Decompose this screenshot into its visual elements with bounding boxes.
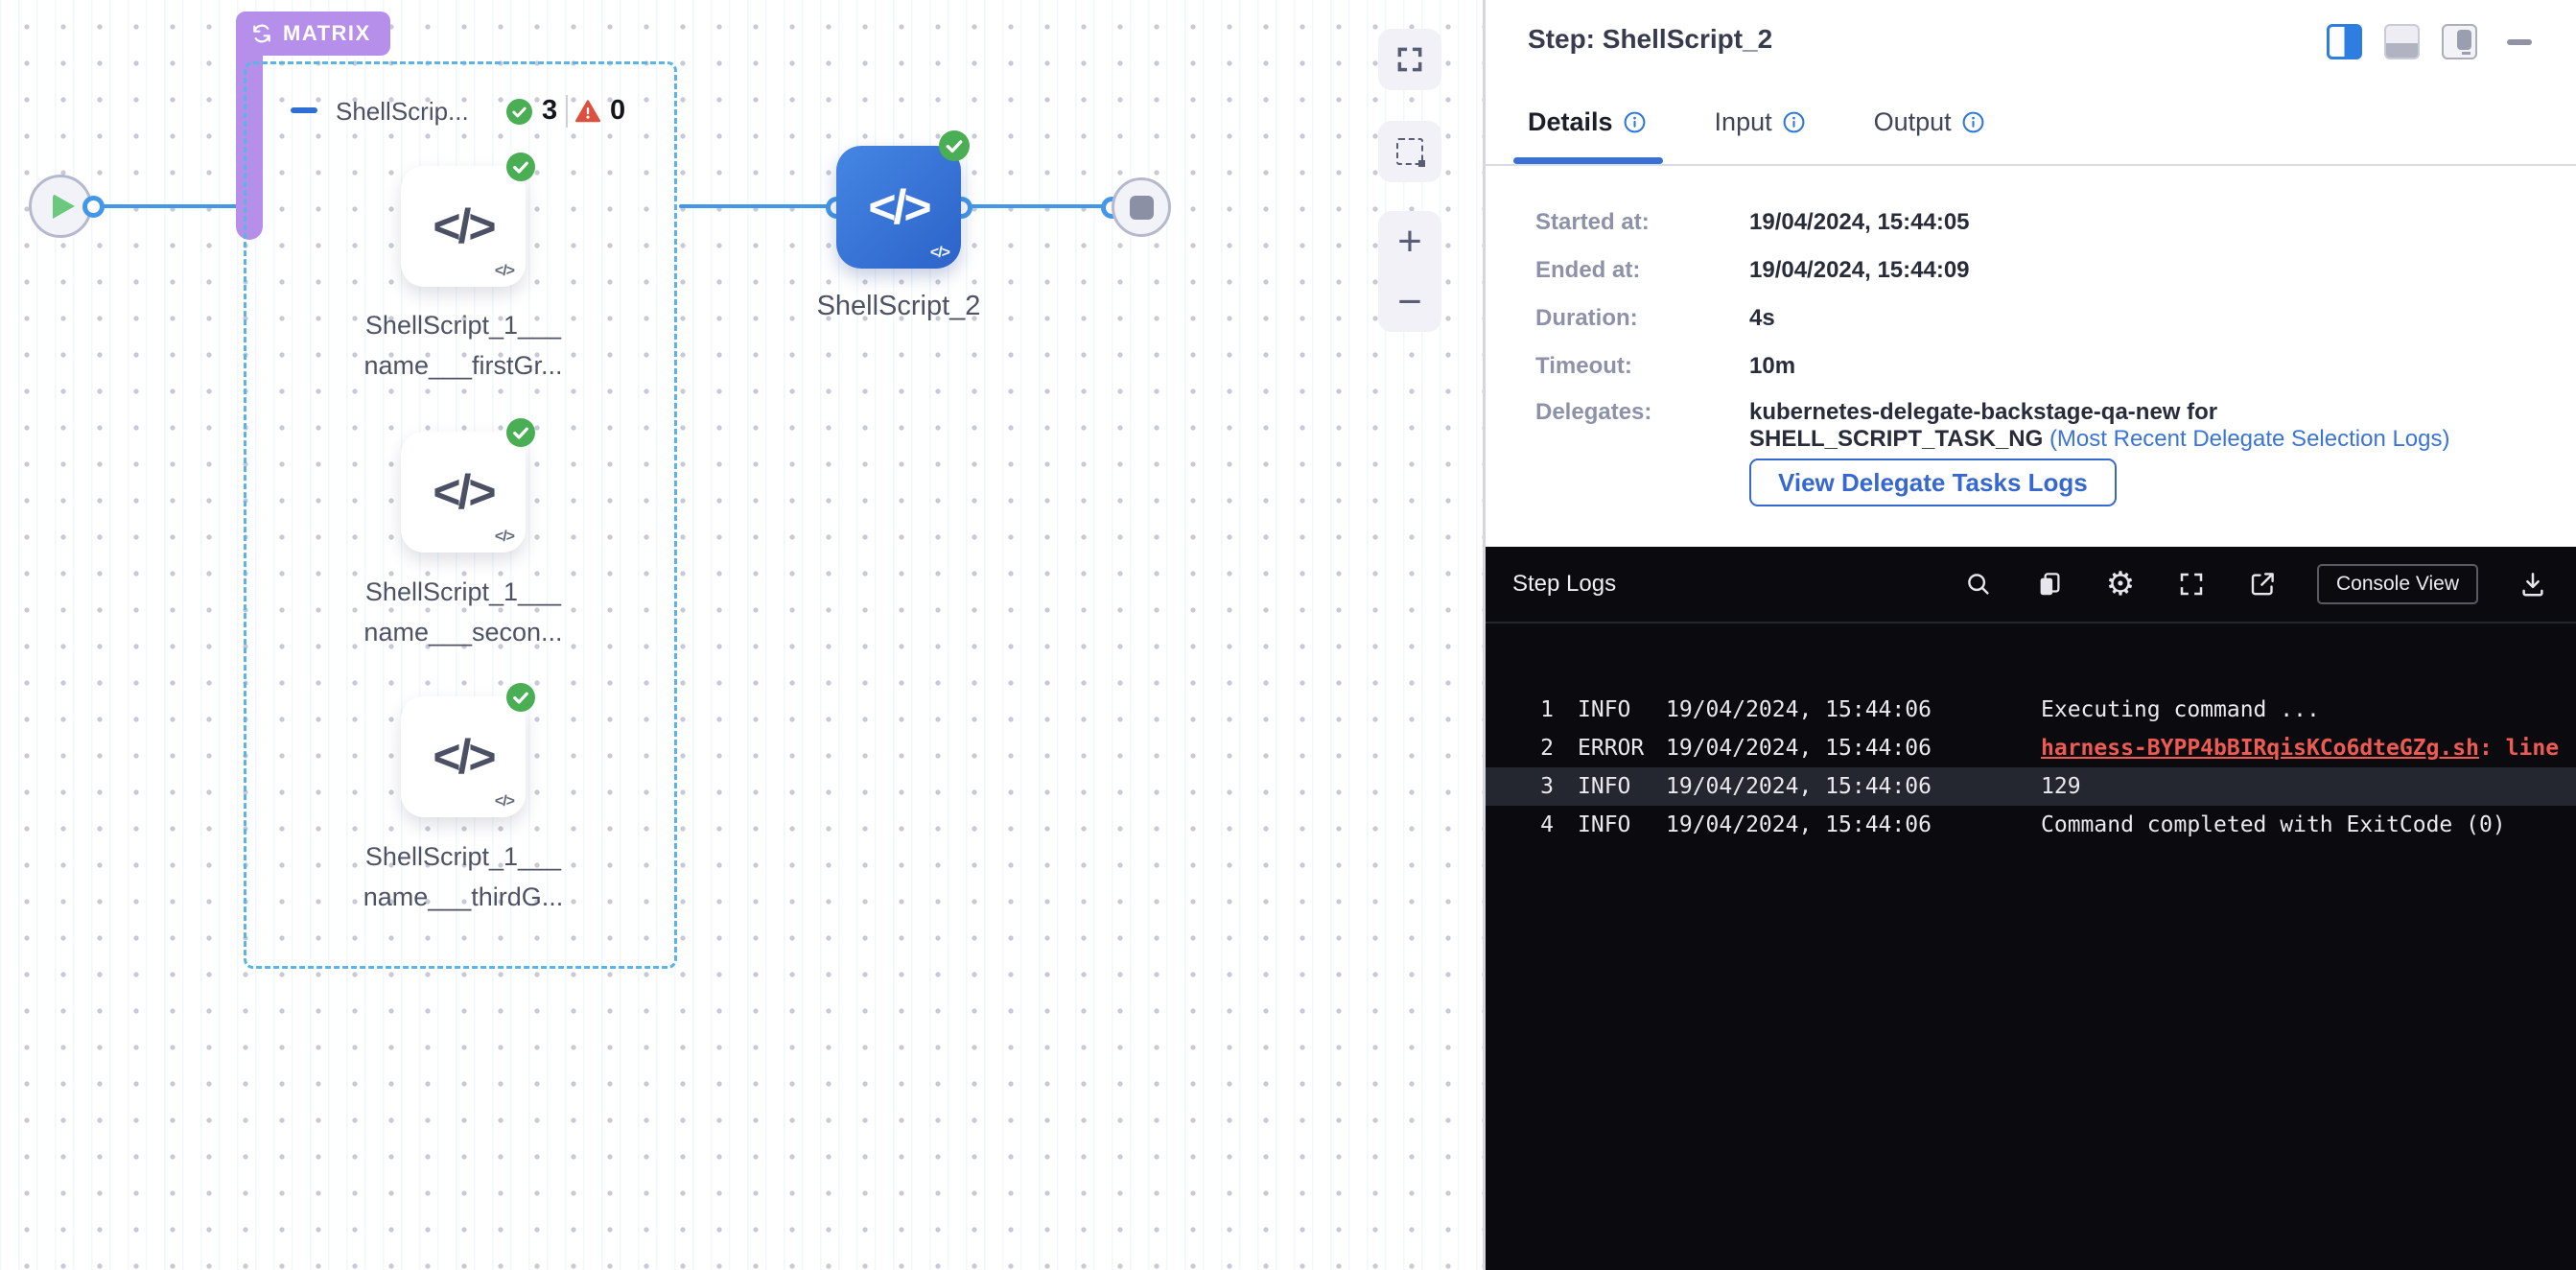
selection-tool-icon — [1396, 138, 1423, 165]
split-view-icon[interactable] — [2327, 24, 2362, 59]
tab-output[interactable]: Output — [1874, 107, 1984, 137]
log-lines[interactable]: 1 INFO 19/04/2024, 15:44:06 Executing co… — [1486, 623, 2576, 844]
main-node-label: ShellScript_2 — [760, 286, 1038, 326]
success-badge-icon — [506, 418, 535, 447]
download-icon — [2518, 570, 2547, 599]
search-icon — [1964, 570, 1993, 599]
log-line-3[interactable]: 3 INFO 19/04/2024, 15:44:06 129 — [1486, 767, 2576, 806]
matrix-group-title[interactable]: ShellScrip... — [336, 97, 469, 127]
group-header-divider — [566, 95, 568, 128]
pipeline-end-node[interactable] — [1112, 177, 1171, 237]
success-count-icon — [506, 99, 532, 125]
step-panel-title: Step: ShellScript_2 — [1528, 24, 1772, 55]
delegate-task-type: SHELL_SCRIPT_TASK_NG — [1749, 426, 2049, 452]
pipeline-execution-page: MATRIX ShellScrip... 3 0 </> </> ShellSc… — [0, 0, 2576, 1270]
code-icon: </> — [868, 179, 928, 235]
floating-panel-view-icon[interactable] — [2442, 24, 2477, 59]
node-label: ShellScript_1___ name___secon... — [324, 572, 602, 652]
info-icon — [1624, 111, 1646, 133]
info-icon — [1962, 111, 1984, 133]
error-count: 0 — [610, 95, 625, 127]
play-icon — [53, 194, 75, 219]
edge-shellscript2-to-end — [959, 204, 1112, 208]
code-icon: </> — [433, 199, 493, 254]
node-shellscript1-second[interactable]: </> </> — [401, 432, 526, 553]
zoom-in-button[interactable]: + — [1397, 221, 1422, 263]
step-details-panel: Step: ShellScript_2 Details Input — [1486, 0, 2576, 547]
bottom-panel-view-icon[interactable] — [2384, 24, 2420, 59]
collapse-group-icon[interactable] — [291, 107, 317, 113]
fullscreen-logs-button[interactable] — [2175, 568, 2208, 600]
copy-logs-button[interactable] — [2033, 568, 2066, 600]
info-icon — [1783, 111, 1805, 133]
step-logs-header: Step Logs ⚙ — [1486, 547, 2576, 623]
log-line-2[interactable]: 2 ERROR 19/04/2024, 15:44:06 harness-BYP… — [1486, 729, 2576, 767]
delegate-name: kubernetes-delegate-backstage-qa-new for — [1749, 399, 2217, 425]
tab-input[interactable]: Input — [1715, 107, 1805, 137]
code-badge-icon: </> — [495, 263, 514, 280]
stop-icon — [1130, 196, 1154, 220]
zoom-out-button[interactable]: − — [1397, 281, 1422, 323]
external-link-icon — [2248, 570, 2277, 599]
success-badge-icon — [506, 683, 535, 712]
panel-layout-controls — [2327, 24, 2532, 59]
node-label: ShellScript_1___ name___thirdG... — [324, 836, 602, 917]
code-icon: </> — [433, 464, 493, 520]
node-shellscript2[interactable]: </> </> — [836, 146, 961, 269]
step-logs-title: Step Logs — [1512, 571, 1616, 598]
detail-tabs: Details Input Output — [1528, 107, 1984, 137]
log-line-4[interactable]: 4 INFO 19/04/2024, 15:44:06 Command comp… — [1486, 806, 2576, 844]
code-badge-icon: </> — [495, 793, 514, 811]
log-line-1[interactable]: 1 INFO 19/04/2024, 15:44:06 Executing co… — [1486, 691, 2576, 729]
matrix-tag-label: MATRIX — [283, 21, 371, 46]
code-badge-icon: </> — [495, 529, 514, 546]
success-count: 3 — [542, 95, 557, 127]
gear-icon: ⚙ — [2106, 568, 2135, 600]
node-shellscript1-first[interactable]: </> </> — [401, 166, 526, 287]
delegate-selection-logs-link[interactable]: (Most Recent Delegate Selection Logs) — [2049, 426, 2450, 452]
search-logs-button[interactable] — [1962, 568, 1995, 600]
console-view-toggle[interactable]: Console View — [2317, 564, 2478, 604]
step-logs-toolbar: ⚙ Console View — [1962, 564, 2549, 604]
step-logs-panel: Step Logs ⚙ — [1486, 547, 2576, 1270]
success-badge-icon — [939, 130, 970, 161]
zoom-control: + − — [1378, 211, 1441, 332]
edge-matrix-to-shellscript2 — [679, 204, 837, 208]
minimize-panel-icon[interactable] — [2507, 39, 2532, 45]
pipeline-canvas[interactable]: MATRIX ShellScrip... 3 0 </> </> ShellSc… — [0, 0, 1483, 1270]
log-settings-button[interactable]: ⚙ — [2104, 568, 2137, 600]
tab-details[interactable]: Details — [1528, 107, 1646, 137]
loop-icon — [249, 21, 274, 46]
selection-tool-button[interactable] — [1378, 121, 1441, 182]
open-logs-new-tab-button[interactable] — [2246, 568, 2279, 600]
view-delegate-tasks-logs-button[interactable]: View Delegate Tasks Logs — [1749, 459, 2117, 506]
active-tab-underline — [1513, 157, 1663, 164]
error-script-link[interactable]: harness-BYPP4bBIRqisKCo6dteGZg.sh — [2041, 736, 2479, 761]
matrix-tag[interactable]: MATRIX — [236, 12, 390, 56]
start-node-connector-dot[interactable] — [82, 196, 105, 218]
success-badge-icon — [506, 153, 535, 181]
tabs-divider — [1486, 164, 2576, 166]
node-label: ShellScript_1___ name___firstGr... — [324, 305, 602, 386]
copy-icon — [2035, 570, 2064, 599]
edge-start-to-matrix — [91, 204, 245, 208]
fullscreen-icon — [2177, 570, 2206, 599]
node-shellscript1-third[interactable]: </> </> — [401, 696, 526, 817]
code-badge-icon: </> — [930, 245, 949, 262]
download-logs-button[interactable] — [2517, 568, 2549, 600]
fit-to-screen-button[interactable] — [1378, 29, 1441, 90]
fit-to-screen-icon — [1394, 44, 1425, 75]
code-icon: </> — [433, 729, 493, 785]
error-count-icon — [574, 98, 601, 125]
